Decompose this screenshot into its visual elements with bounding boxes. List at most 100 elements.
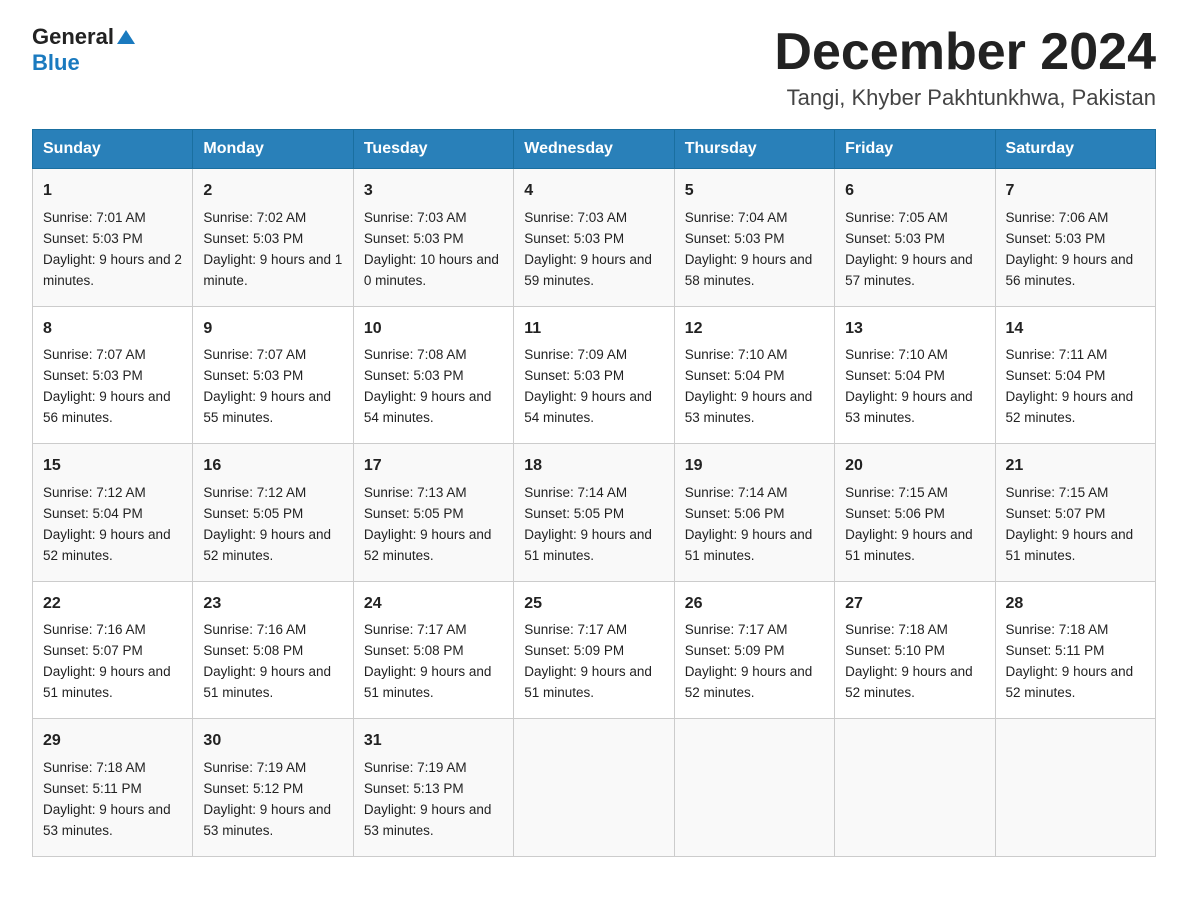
column-header-monday: Monday xyxy=(193,130,353,169)
calendar-cell: 30Sunrise: 7:19 AMSunset: 5:12 PMDayligh… xyxy=(193,719,353,856)
daylight-text: Daylight: 9 hours and 52 minutes. xyxy=(845,664,973,700)
day-number: 21 xyxy=(1006,454,1145,479)
day-number: 2 xyxy=(203,179,342,204)
sunrise-text: Sunrise: 7:18 AM xyxy=(845,622,948,637)
calendar-cell: 3Sunrise: 7:03 AMSunset: 5:03 PMDaylight… xyxy=(353,169,513,306)
sunrise-text: Sunrise: 7:18 AM xyxy=(43,760,146,775)
daylight-text: Daylight: 9 hours and 51 minutes. xyxy=(685,527,813,563)
calendar-cell: 26Sunrise: 7:17 AMSunset: 5:09 PMDayligh… xyxy=(674,581,834,718)
sunset-text: Sunset: 5:03 PM xyxy=(845,231,945,246)
sunrise-text: Sunrise: 7:03 AM xyxy=(364,210,467,225)
calendar-cell: 12 Sunrise: 7:10 AM Sunset: 5:04 PM Dayligh… xyxy=(674,306,834,443)
sunset-text: Sunset: 5:11 PM xyxy=(1006,643,1105,658)
logo: General Blue xyxy=(32,24,135,76)
column-header-sunday: Sunday xyxy=(33,130,193,169)
calendar-week-row: 29Sunrise: 7:18 AMSunset: 5:11 PMDayligh… xyxy=(33,719,1156,856)
daylight-text: Daylight: 9 hours and 53 minutes. xyxy=(203,802,331,838)
calendar-cell: 8Sunrise: 7:07 AMSunset: 5:03 PMDaylight… xyxy=(33,306,193,443)
daylight-text: Daylight: 9 hours and 51 minutes. xyxy=(524,664,652,700)
logo-general: General xyxy=(32,24,114,50)
sunset-text: Sunset: 5:06 PM xyxy=(845,506,945,521)
calendar-cell: 24Sunrise: 7:17 AMSunset: 5:08 PMDayligh… xyxy=(353,581,513,718)
day-number: 27 xyxy=(845,592,984,617)
calendar-cell: 2 Sunrise: 7:02 AM Sunset: 5:03 PM Daylight… xyxy=(193,169,353,306)
sunset-text: Sunset: 5:09 PM xyxy=(524,643,624,658)
sunrise-text: Sunrise: 7:12 AM xyxy=(203,485,306,500)
calendar-cell: 9Sunrise: 7:07 AMSunset: 5:03 PMDaylight… xyxy=(193,306,353,443)
day-number: 19 xyxy=(685,454,824,479)
day-number: 1 xyxy=(43,179,182,204)
daylight-text: Daylight: 9 hours and 53 minutes. xyxy=(685,389,813,425)
calendar-cell xyxy=(995,719,1155,856)
calendar-week-row: 15Sunrise: 7:12 AMSunset: 5:04 PMDayligh… xyxy=(33,444,1156,581)
sunset-text: Sunset: 5:03 PM xyxy=(524,231,624,246)
day-number: 15 xyxy=(43,454,182,479)
location-title: Tangi, Khyber Pakhtunkhwa, Pakistan xyxy=(774,85,1156,111)
column-header-wednesday: Wednesday xyxy=(514,130,674,169)
daylight-text: Daylight: 9 hours and 51 minutes. xyxy=(524,527,652,563)
column-header-tuesday: Tuesday xyxy=(353,130,513,169)
calendar-cell: 23Sunrise: 7:16 AMSunset: 5:08 PMDayligh… xyxy=(193,581,353,718)
calendar-cell: 29Sunrise: 7:18 AMSunset: 5:11 PMDayligh… xyxy=(33,719,193,856)
daylight-text: Daylight: 9 hours and 52 minutes. xyxy=(364,527,492,563)
daylight-text: Daylight: 9 hours and 55 minutes. xyxy=(203,389,331,425)
column-header-thursday: Thursday xyxy=(674,130,834,169)
calendar-cell: 6Sunrise: 7:05 AMSunset: 5:03 PMDaylight… xyxy=(835,169,995,306)
calendar-cell: 27Sunrise: 7:18 AMSunset: 5:10 PMDayligh… xyxy=(835,581,995,718)
sunrise-text: Sunrise: 7:14 AM xyxy=(685,485,788,500)
sunset-text: Sunset: 5:13 PM xyxy=(364,781,464,796)
calendar-week-row: 8Sunrise: 7:07 AMSunset: 5:03 PMDaylight… xyxy=(33,306,1156,443)
column-header-saturday: Saturday xyxy=(995,130,1155,169)
sunset-text: Sunset: 5:08 PM xyxy=(364,643,464,658)
calendar-week-row: 1Sunrise: 7:01 AMSunset: 5:03 PMDaylight… xyxy=(33,169,1156,306)
day-number: 20 xyxy=(845,454,984,479)
sunrise-text: Sunrise: 7:07 AM xyxy=(43,347,146,362)
sunset-text: Sunset: 5:12 PM xyxy=(203,781,303,796)
daylight-text: Daylight: 9 hours and 53 minutes. xyxy=(845,389,973,425)
calendar-table: SundayMondayTuesdayWednesdayThursdayFrid… xyxy=(32,129,1156,856)
sunset-text: Sunset: 5:11 PM xyxy=(43,781,142,796)
sunset-text: Sunset: 5:04 PM xyxy=(685,368,785,383)
sunset-text: Sunset: 5:06 PM xyxy=(685,506,785,521)
day-number: 11 xyxy=(524,317,663,342)
calendar-header-row: SundayMondayTuesdayWednesdayThursdayFrid… xyxy=(33,130,1156,169)
sunrise-text: Sunrise: 7:02 AM xyxy=(203,210,306,225)
daylight-text: Daylight: 9 hours and 53 minutes. xyxy=(43,802,171,838)
sunrise-text: Sunrise: 7:05 AM xyxy=(845,210,948,225)
day-number: 26 xyxy=(685,592,824,617)
calendar-cell: 11Sunrise: 7:09 AMSunset: 5:03 PMDayligh… xyxy=(514,306,674,443)
daylight-text: Daylight: 9 hours and 51 minutes. xyxy=(43,664,171,700)
sunrise-text: Sunrise: 7:14 AM xyxy=(524,485,627,500)
day-number: 22 xyxy=(43,592,182,617)
daylight-text: Daylight: 9 hours and 51 minutes. xyxy=(203,664,331,700)
day-number: 12 xyxy=(685,317,824,342)
calendar-cell: 28Sunrise: 7:18 AMSunset: 5:11 PMDayligh… xyxy=(995,581,1155,718)
day-number: 23 xyxy=(203,592,342,617)
daylight-text: Daylight: 9 hours and 53 minutes. xyxy=(364,802,492,838)
calendar-week-row: 22Sunrise: 7:16 AMSunset: 5:07 PMDayligh… xyxy=(33,581,1156,718)
day-number: 18 xyxy=(524,454,663,479)
daylight-text: Daylight: 9 hours and 1 minute. xyxy=(203,252,342,288)
day-number: 17 xyxy=(364,454,503,479)
day-number: 3 xyxy=(364,179,503,204)
daylight-text: Daylight: 9 hours and 56 minutes. xyxy=(43,389,171,425)
sunrise-text: Sunrise: 7:08 AM xyxy=(364,347,467,362)
day-number: 7 xyxy=(1006,179,1145,204)
column-header-friday: Friday xyxy=(835,130,995,169)
sunset-text: Sunset: 5:07 PM xyxy=(1006,506,1106,521)
daylight-text: Daylight: 9 hours and 51 minutes. xyxy=(364,664,492,700)
sunrise-text: Sunrise: 7:09 AM xyxy=(524,347,627,362)
sunset-text: Sunset: 5:03 PM xyxy=(1006,231,1106,246)
sunset-text: Sunset: 5:05 PM xyxy=(524,506,624,521)
sunrise-text: Sunrise: 7:17 AM xyxy=(685,622,788,637)
sunrise-text: Sunrise: 7:15 AM xyxy=(1006,485,1109,500)
sunset-text: Sunset: 5:03 PM xyxy=(203,231,303,246)
sunrise-text: Sunrise: 7:07 AM xyxy=(203,347,306,362)
daylight-text: Daylight: 9 hours and 51 minutes. xyxy=(1006,527,1134,563)
daylight-text: Daylight: 9 hours and 59 minutes. xyxy=(524,252,652,288)
day-number: 16 xyxy=(203,454,342,479)
sunrise-text: Sunrise: 7:10 AM xyxy=(685,347,788,362)
sunset-text: Sunset: 5:03 PM xyxy=(364,368,464,383)
sunset-text: Sunset: 5:09 PM xyxy=(685,643,785,658)
day-number: 6 xyxy=(845,179,984,204)
